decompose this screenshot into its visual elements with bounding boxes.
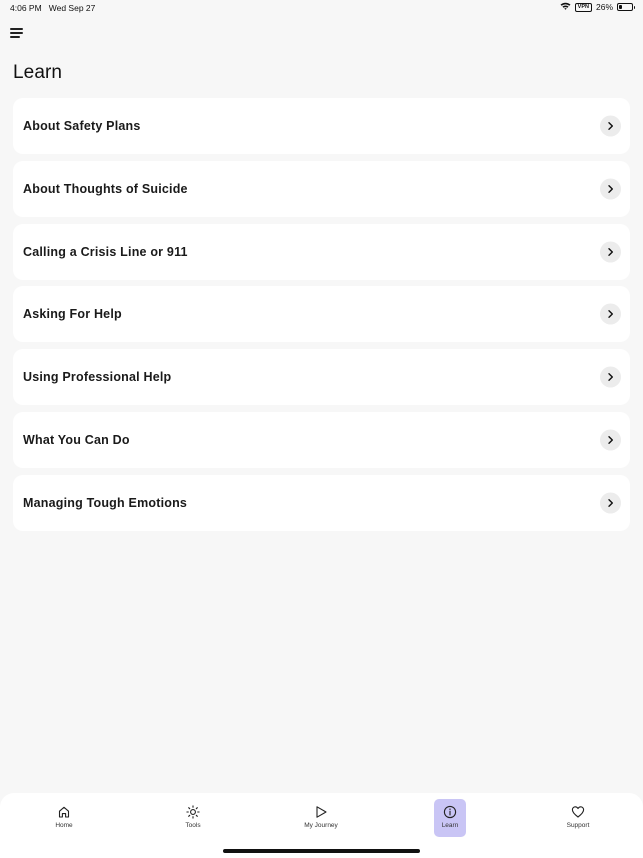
vpn-badge: VPN <box>574 2 592 12</box>
learn-topic-item[interactable]: About Safety Plans <box>13 98 630 154</box>
info-icon <box>443 805 457 819</box>
learn-topic-label: What You Can Do <box>23 432 130 447</box>
status-bar: 4:06 PM Wed Sep 27 VPN 26% <box>0 0 643 16</box>
chevron-right-icon[interactable] <box>600 115 621 137</box>
battery-fill <box>619 5 622 9</box>
status-indicators: VPN 26% <box>560 2 635 12</box>
learn-topic-item[interactable]: Using Professional Help <box>13 349 630 406</box>
learn-topic-item[interactable]: Asking For Help <box>13 286 630 343</box>
learn-topic-label: About Safety Plans <box>23 119 141 133</box>
chevron-right-icon[interactable] <box>600 178 621 200</box>
tab-tools[interactable]: Tools <box>177 799 209 837</box>
tab-label: Home <box>55 822 73 829</box>
tab-home[interactable]: Home <box>48 799 80 837</box>
tab-label: Support <box>566 822 590 829</box>
chevron-right-icon[interactable] <box>600 303 621 325</box>
learn-topic-item[interactable]: What You Can Do <box>13 411 630 468</box>
learn-topic-item[interactable]: Managing Tough Emotions <box>13 474 630 531</box>
home-indicator <box>223 849 420 853</box>
learn-topic-label: Asking For Help <box>23 307 122 322</box>
wifi-icon <box>560 2 571 12</box>
tab-label: Learn <box>441 822 459 829</box>
tab-label: My Journey <box>304 822 338 829</box>
chevron-right-icon[interactable] <box>600 366 621 388</box>
play-icon <box>314 805 328 819</box>
learn-topic-item[interactable]: Calling a Crisis Line or 911 <box>13 223 630 280</box>
status-date: Wed Sep 27 <box>48 3 96 13</box>
chevron-right-icon[interactable] <box>600 492 621 514</box>
home-icon <box>57 805 71 819</box>
heart-icon <box>571 805 585 819</box>
tab-label: Tools <box>185 822 201 829</box>
page-title: Learn <box>13 62 63 83</box>
battery-percent: 26% <box>595 2 613 12</box>
tab-learn[interactable]: Learn <box>434 799 466 837</box>
tab-support[interactable]: Support <box>562 799 594 837</box>
chevron-right-icon[interactable] <box>600 241 621 263</box>
battery-icon <box>617 3 635 11</box>
chevron-right-icon[interactable] <box>600 429 621 451</box>
learn-topic-label: About Thoughts of Suicide <box>23 181 188 196</box>
learn-topic-label: Managing Tough Emotions <box>23 495 188 510</box>
learn-topic-label: Calling a Crisis Line or 911 <box>23 244 188 259</box>
status-time: 4:06 PM Wed Sep 27 <box>10 3 95 13</box>
learn-topic-item[interactable]: About Thoughts of Suicide <box>13 160 630 217</box>
learn-topic-list: About Safety Plans About Thoughts of Suic… <box>13 98 630 538</box>
hamburger-icon[interactable] <box>10 26 26 40</box>
learn-topic-label: Using Professional Help <box>23 370 172 385</box>
tab-my-journey[interactable]: My Journey <box>304 799 338 837</box>
sun-icon <box>186 805 200 819</box>
status-time-value: 4:06 PM <box>10 3 42 13</box>
